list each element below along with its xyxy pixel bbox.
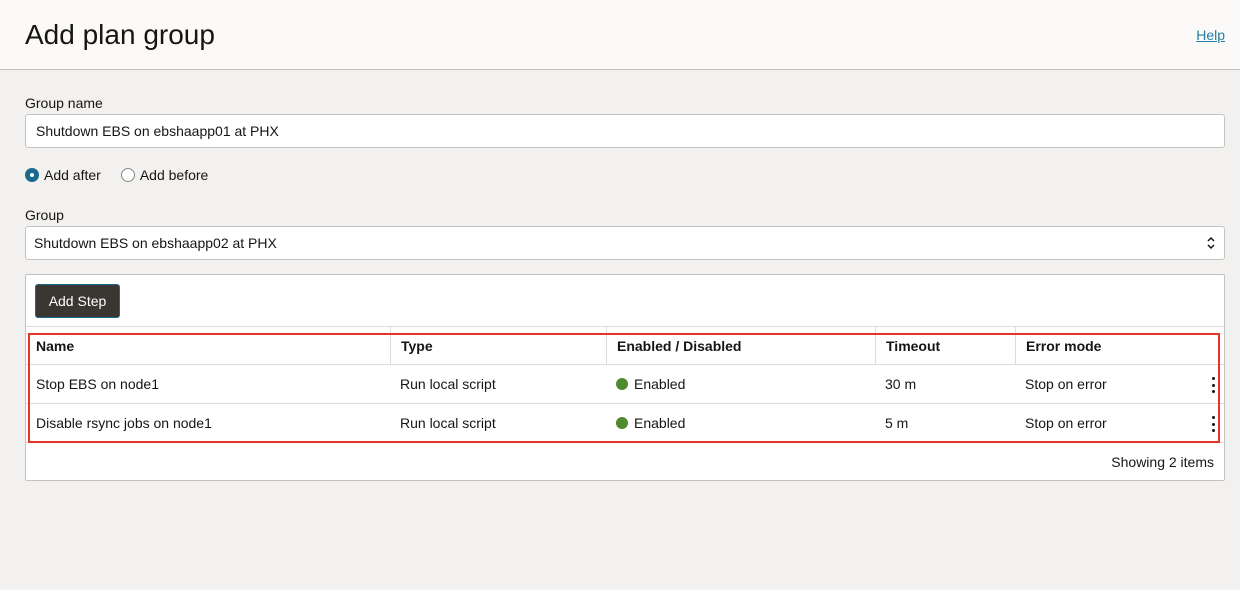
step-error-mode: Stop on error — [1025, 376, 1107, 392]
add-after-radio[interactable]: Add after — [25, 167, 101, 183]
help-link[interactable]: Help — [1196, 27, 1225, 43]
steps-table: Name Type Enabled / Disabled Timeout Err… — [26, 326, 1224, 443]
position-radio-group: Add after Add before — [25, 167, 208, 183]
page-title: Add plan group — [25, 19, 215, 50]
step-status-label: Enabled — [634, 415, 686, 431]
group-label: Group — [25, 207, 64, 223]
step-error-mode: Stop on error — [1025, 415, 1107, 431]
table-row[interactable]: Stop EBS on node1 Run local script Enabl… — [26, 365, 1224, 404]
page-header: Add plan group Help — [0, 0, 1240, 70]
group-name-input[interactable] — [25, 114, 1225, 148]
step-name: Disable rsync jobs on node1 — [36, 415, 212, 431]
step-timeout: 30 m — [885, 376, 917, 392]
step-timeout: 5 m — [885, 415, 909, 431]
add-before-radio[interactable]: Add before — [120, 167, 209, 183]
step-type: Run local script — [400, 376, 496, 392]
add-before-label: Add before — [139, 167, 209, 183]
step-type: Run local script — [400, 415, 496, 431]
radio-checked-icon[interactable] — [25, 168, 39, 182]
step-status: Enabled — [606, 365, 875, 403]
group-select-value: Shutdown EBS on ebshaapp02 at PHX — [34, 235, 277, 251]
step-status: Enabled — [606, 404, 875, 442]
add-after-label: Add after — [44, 167, 101, 183]
steps-panel: Add Step Name Type Enabled / Disabled Ti… — [25, 274, 1225, 481]
group-select[interactable]: Shutdown EBS on ebshaapp02 at PHX — [25, 226, 1225, 260]
column-header-timeout[interactable]: Timeout — [875, 327, 1015, 364]
step-status-label: Enabled — [634, 376, 686, 392]
table-row[interactable]: Disable rsync jobs on node1 Run local sc… — [26, 404, 1224, 443]
kebab-menu-icon[interactable] — [1210, 377, 1216, 393]
status-dot-icon — [616, 417, 628, 429]
radio-unchecked-icon[interactable] — [120, 168, 135, 182]
column-header-name[interactable]: Name — [26, 327, 390, 364]
status-dot-icon — [616, 378, 628, 390]
column-header-enabled[interactable]: Enabled / Disabled — [606, 327, 875, 364]
column-header-type[interactable]: Type — [390, 327, 606, 364]
chevron-updown-icon — [1207, 236, 1215, 250]
kebab-menu-icon[interactable] — [1210, 416, 1216, 432]
group-name-label: Group name — [25, 95, 103, 111]
add-step-button[interactable]: Add Step — [35, 284, 120, 318]
column-header-error-mode[interactable]: Error mode — [1015, 327, 1185, 364]
step-name: Stop EBS on node1 — [36, 376, 159, 392]
item-count: Showing 2 items — [1111, 454, 1214, 470]
table-header-row: Name Type Enabled / Disabled Timeout Err… — [26, 327, 1224, 365]
